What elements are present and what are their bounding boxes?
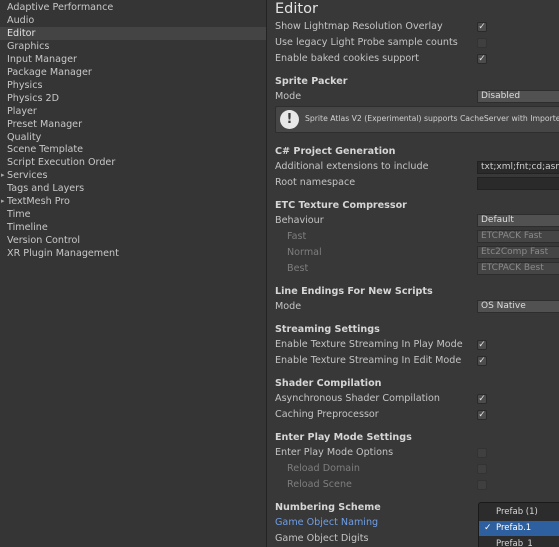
- sidebar-item-adaptive-performance[interactable]: Adaptive Performance: [7, 1, 113, 14]
- legacy-light-probe-checkbox[interactable]: [477, 38, 487, 48]
- play-mode-settings-header: Enter Play Mode Settings: [275, 432, 412, 443]
- reload-scene-checkbox: [477, 480, 487, 490]
- streaming-play-mode-label: Enable Texture Streaming In Play Mode: [275, 339, 463, 350]
- baked-cookies-label: Enable baked cookies support: [275, 53, 419, 64]
- sprite-packer-mode-dropdown[interactable]: Disabled: [477, 90, 559, 103]
- sidebar-item-time[interactable]: Time: [7, 208, 30, 221]
- warning-icon: !: [280, 110, 299, 129]
- baked-cookies-checkbox[interactable]: ✓: [477, 54, 487, 64]
- root-namespace-label: Root namespace: [275, 177, 356, 188]
- caching-preprocessor-label: Caching Preprocessor: [275, 409, 379, 420]
- line-endings-mode-label: Mode: [275, 301, 302, 312]
- popup-option-label: Prefab (1): [496, 507, 538, 517]
- reload-domain-checkbox: [477, 464, 487, 474]
- game-object-digits-label: Game Object Digits: [275, 533, 369, 544]
- popup-option[interactable]: Prefab (1): [479, 505, 559, 520]
- sidebar-item-textmesh-pro[interactable]: TextMesh Pro: [7, 195, 70, 208]
- legacy-light-probe-label: Use legacy Light Probe sample counts: [275, 37, 458, 48]
- show-lightmap-overlay-checkbox[interactable]: ✓: [477, 22, 487, 32]
- async-shader-compilation-checkbox[interactable]: ✓: [477, 394, 487, 404]
- editor-settings-panel: Editor Show Lightmap Resolution Overlay …: [268, 0, 559, 547]
- etc-best-dropdown: ETCPACK Best: [477, 262, 559, 275]
- etc-fast-label: Fast: [287, 231, 307, 242]
- sidebar-item-package-manager[interactable]: Package Manager: [7, 66, 92, 79]
- sidebar-item-quality[interactable]: Quality: [7, 131, 41, 144]
- naming-scheme-popup: Prefab (1) ✓ Prefab.1 Prefab_1: [478, 502, 559, 547]
- line-endings-header: Line Endings For New Scripts: [275, 286, 433, 297]
- sidebar-item-version-control[interactable]: Version Control: [7, 234, 80, 247]
- sidebar-item-player[interactable]: Player: [7, 105, 37, 118]
- page-title: Editor: [275, 1, 318, 17]
- additional-extensions-input[interactable]: txt;xml;fnt;cd;asmdef;asmref: [477, 161, 559, 174]
- popup-option-label: Prefab.1: [496, 523, 532, 533]
- etc-compressor-header: ETC Texture Compressor: [275, 200, 407, 211]
- reload-domain-label: Reload Domain: [287, 463, 360, 474]
- play-mode-options-checkbox[interactable]: [477, 448, 487, 458]
- root-namespace-input[interactable]: [477, 177, 559, 190]
- game-object-naming-label: Game Object Naming: [275, 517, 379, 528]
- sidebar-item-graphics[interactable]: Graphics: [7, 40, 49, 53]
- popup-option[interactable]: ✓ Prefab.1: [479, 521, 559, 536]
- settings-sidebar: Adaptive Performance Audio Editor Graphics I…: [0, 0, 267, 547]
- sprite-packer-mode-label: Mode: [275, 91, 302, 102]
- line-endings-mode-dropdown[interactable]: OS Native: [477, 300, 559, 313]
- expand-caret-icon[interactable]: ▸: [1, 171, 5, 179]
- streaming-play-mode-checkbox[interactable]: ✓: [477, 340, 487, 350]
- reload-scene-label: Reload Scene: [287, 479, 352, 490]
- sidebar-item-editor[interactable]: Editor: [0, 26, 266, 40]
- expand-caret-icon[interactable]: ▸: [1, 197, 5, 205]
- sprite-atlas-help-text: Sprite Atlas V2 (Experimental) supports …: [305, 114, 559, 123]
- popup-option-label: Prefab_1: [496, 539, 533, 547]
- sidebar-item-script-execution-order[interactable]: Script Execution Order: [7, 156, 115, 169]
- check-icon: ✓: [484, 523, 492, 533]
- sidebar-item-scene-template[interactable]: Scene Template: [7, 143, 83, 156]
- streaming-edit-mode-label: Enable Texture Streaming In Edit Mode: [275, 355, 462, 366]
- sidebar-item-xr-plugin-management[interactable]: XR Plugin Management: [7, 247, 119, 260]
- etc-normal-label: Normal: [287, 247, 322, 258]
- show-lightmap-overlay-label: Show Lightmap Resolution Overlay: [275, 21, 443, 32]
- sidebar-item-services[interactable]: Services: [7, 169, 47, 182]
- sidebar-item-tags-and-layers[interactable]: Tags and Layers: [7, 182, 84, 195]
- streaming-settings-header: Streaming Settings: [275, 324, 380, 335]
- sidebar-item-physics[interactable]: Physics: [7, 79, 42, 92]
- etc-normal-dropdown: Etc2Comp Fast: [477, 246, 559, 259]
- sprite-packer-header: Sprite Packer: [275, 76, 348, 87]
- play-mode-options-label: Enter Play Mode Options: [275, 447, 394, 458]
- sidebar-item-audio[interactable]: Audio: [7, 14, 34, 27]
- etc-best-label: Best: [287, 263, 309, 274]
- sidebar-item-input-manager[interactable]: Input Manager: [7, 53, 77, 66]
- shader-compilation-header: Shader Compilation: [275, 378, 382, 389]
- async-shader-compilation-label: Asynchronous Shader Compilation: [275, 393, 440, 404]
- additional-extensions-label: Additional extensions to include: [275, 161, 429, 172]
- etc-behaviour-dropdown[interactable]: Default: [477, 214, 559, 227]
- numbering-scheme-header: Numbering Scheme: [275, 502, 381, 513]
- popup-option[interactable]: Prefab_1: [479, 537, 559, 547]
- etc-fast-dropdown: ETCPACK Fast: [477, 230, 559, 243]
- csharp-generation-header: C# Project Generation: [275, 146, 396, 157]
- sidebar-item-preset-manager[interactable]: Preset Manager: [7, 118, 82, 131]
- sidebar-item-physics-2d[interactable]: Physics 2D: [7, 92, 59, 105]
- sprite-atlas-help-box: ! Sprite Atlas V2 (Experimental) support…: [275, 106, 559, 133]
- etc-behaviour-label: Behaviour: [275, 215, 324, 226]
- caching-preprocessor-checkbox[interactable]: ✓: [477, 410, 487, 420]
- streaming-edit-mode-checkbox[interactable]: ✓: [477, 356, 487, 366]
- sidebar-item-timeline[interactable]: Timeline: [7, 221, 48, 234]
